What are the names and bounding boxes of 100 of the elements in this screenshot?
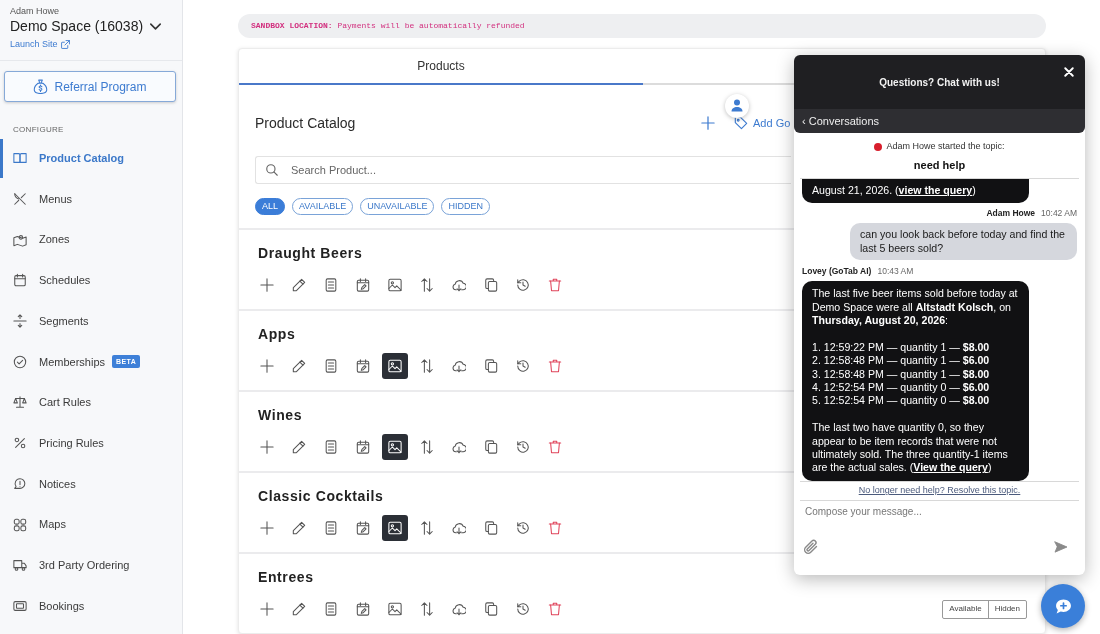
- trash-icon: [548, 359, 562, 373]
- filter-chip[interactable]: AVAILABLE: [292, 198, 354, 215]
- ticket-icon: [13, 598, 27, 613]
- trash-icon: [548, 440, 562, 454]
- history-icon: [516, 521, 530, 535]
- status-dot-icon: [874, 143, 883, 151]
- calendar-edit-icon: [356, 521, 370, 535]
- sandbox-notice: SANDBOX LOCATION: Payments will be automatically refunded: [251, 20, 525, 32]
- message-text: The last two have quantity 0, so they appear to be item records that were not ultimately sold. The three quantity-1 items are the actual sales. (View the query): [812, 421, 1009, 475]
- launch-site-link[interactable]: Launch Site: [10, 39, 70, 50]
- message-time: 10:42 AM: [1041, 207, 1077, 220]
- image-button[interactable]: [382, 515, 408, 541]
- sidebar-item[interactable]: Bookings: [0, 586, 85, 626]
- topic-intro: Adam Howe started the topic:: [886, 140, 1005, 154]
- sidebar-item[interactable]: Maps: [0, 505, 66, 545]
- trash-icon: [548, 521, 562, 535]
- send-icon: [1054, 541, 1068, 553]
- sidebar-item[interactable]: Cart Rules: [0, 382, 91, 422]
- chevron-down-icon: [150, 22, 162, 30]
- filter-chip[interactable]: UNAVAILABLE: [360, 198, 435, 215]
- money-bag-icon: [33, 79, 49, 94]
- message-author: Lovey (GoTab AI): [802, 265, 872, 278]
- message-text: The last five beer items sold before today at Demo Space were all Altstadt Kolsch, on Thursday, August 20, 2026:: [812, 287, 1019, 328]
- message-text: August 21, 2026. (view the query): [812, 184, 977, 198]
- sort-arrows-icon: [420, 521, 434, 535]
- plus-icon: [260, 359, 274, 373]
- trash-icon: [548, 278, 562, 292]
- book-icon: [13, 151, 27, 166]
- sidebar-item[interactable]: 3rd Party Ordering: [0, 545, 130, 585]
- copy-icon: [484, 521, 498, 535]
- segment-option[interactable]: Hidden: [987, 600, 1026, 618]
- utensils-icon: [13, 192, 27, 207]
- filter-chip[interactable]: HIDDEN: [441, 198, 490, 215]
- plus-icon: [260, 278, 274, 292]
- calendar-edit-icon: [356, 602, 370, 616]
- sidebar-item[interactable]: Segments: [0, 301, 89, 341]
- percent-icon: [13, 436, 27, 451]
- map-icon: [13, 232, 27, 247]
- category-title: Entrees: [258, 568, 314, 587]
- cloud-download-icon: [452, 359, 466, 373]
- message-line: 2. 12:58:48 PM — quantity 1 — $6.00: [812, 354, 990, 368]
- section-label: CONFIGURE: [13, 125, 64, 135]
- sidebar-item[interactable]: Product Catalog: [0, 138, 124, 178]
- list-icon: [324, 278, 338, 292]
- image-button[interactable]: [382, 434, 408, 460]
- message-line: 3. 12:58:48 PM — quantity 1 — $8.00: [812, 367, 990, 382]
- plus-icon: [701, 116, 715, 130]
- tab[interactable]: Products: [239, 49, 643, 85]
- close-icon: [1064, 67, 1074, 77]
- list-icon: [324, 602, 338, 616]
- history-icon: [516, 440, 530, 454]
- list-icon: [324, 440, 338, 454]
- chat-title: Questions? Chat with us!: [879, 75, 1000, 90]
- sidebar-item[interactable]: Memberships: [0, 342, 106, 382]
- search-field[interactable]: Search Product...: [255, 156, 791, 184]
- image-button[interactable]: [382, 353, 408, 379]
- close-button[interactable]: [1064, 67, 1074, 77]
- sidebar-item[interactable]: Notices: [0, 464, 76, 504]
- back-button[interactable]: ‹ Conversations: [794, 109, 1085, 133]
- plus-icon: [260, 521, 274, 535]
- message-input[interactable]: Compose your message...: [798, 501, 1081, 527]
- filter-chip[interactable]: ALL: [255, 198, 285, 215]
- space-selector[interactable]: Demo Space (16038): [10, 17, 162, 35]
- image-icon: [388, 602, 402, 616]
- copy-icon: [484, 602, 498, 616]
- category-title: Apps: [258, 325, 296, 344]
- sidebar-item[interactable]: Schedules: [0, 260, 91, 300]
- cloud-download-icon: [452, 521, 466, 535]
- message-time: 10:43 AM: [877, 265, 914, 278]
- image-icon: [388, 440, 402, 454]
- calendar-icon: [13, 273, 27, 288]
- sort-arrows-icon: [420, 602, 434, 616]
- external-link-icon: [60, 40, 70, 49]
- segment-option[interactable]: Available: [943, 600, 988, 618]
- sidebar-item[interactable]: Zones: [0, 220, 70, 260]
- scale-icon: [13, 395, 27, 410]
- referral-program-button[interactable]: Referral Program: [4, 71, 176, 102]
- attach-button[interactable]: [803, 539, 819, 555]
- add-link[interactable]: Add Go: [734, 114, 791, 132]
- image-icon: [388, 278, 402, 292]
- pencil-icon: [292, 521, 306, 535]
- message-line: 4. 12:52:54 PM — quantity 0 — $6.00: [812, 381, 990, 395]
- user-name: Adam Howe: [10, 6, 60, 17]
- category-title: Draught Beers: [258, 244, 363, 263]
- cloud-download-icon: [452, 440, 466, 454]
- category-title: Classic Cocktails: [258, 487, 384, 506]
- search-icon: [266, 164, 278, 176]
- calendar-edit-icon: [356, 278, 370, 292]
- image-icon: [388, 521, 402, 535]
- sidebar-item[interactable]: Menus: [0, 179, 73, 219]
- history-icon: [516, 278, 530, 292]
- sort-arrows-icon: [420, 359, 434, 373]
- sidebar-item[interactable]: Pricing Rules: [0, 423, 104, 463]
- resolve-topic-link[interactable]: No longer need help? Resolve this topic.: [858, 484, 1021, 498]
- copy-icon: [484, 278, 498, 292]
- trash-icon: [548, 602, 562, 616]
- send-button[interactable]: [1054, 541, 1068, 553]
- image-icon: [388, 359, 402, 373]
- copy-icon: [484, 359, 498, 373]
- query-link[interactable]: View the query: [913, 461, 988, 474]
